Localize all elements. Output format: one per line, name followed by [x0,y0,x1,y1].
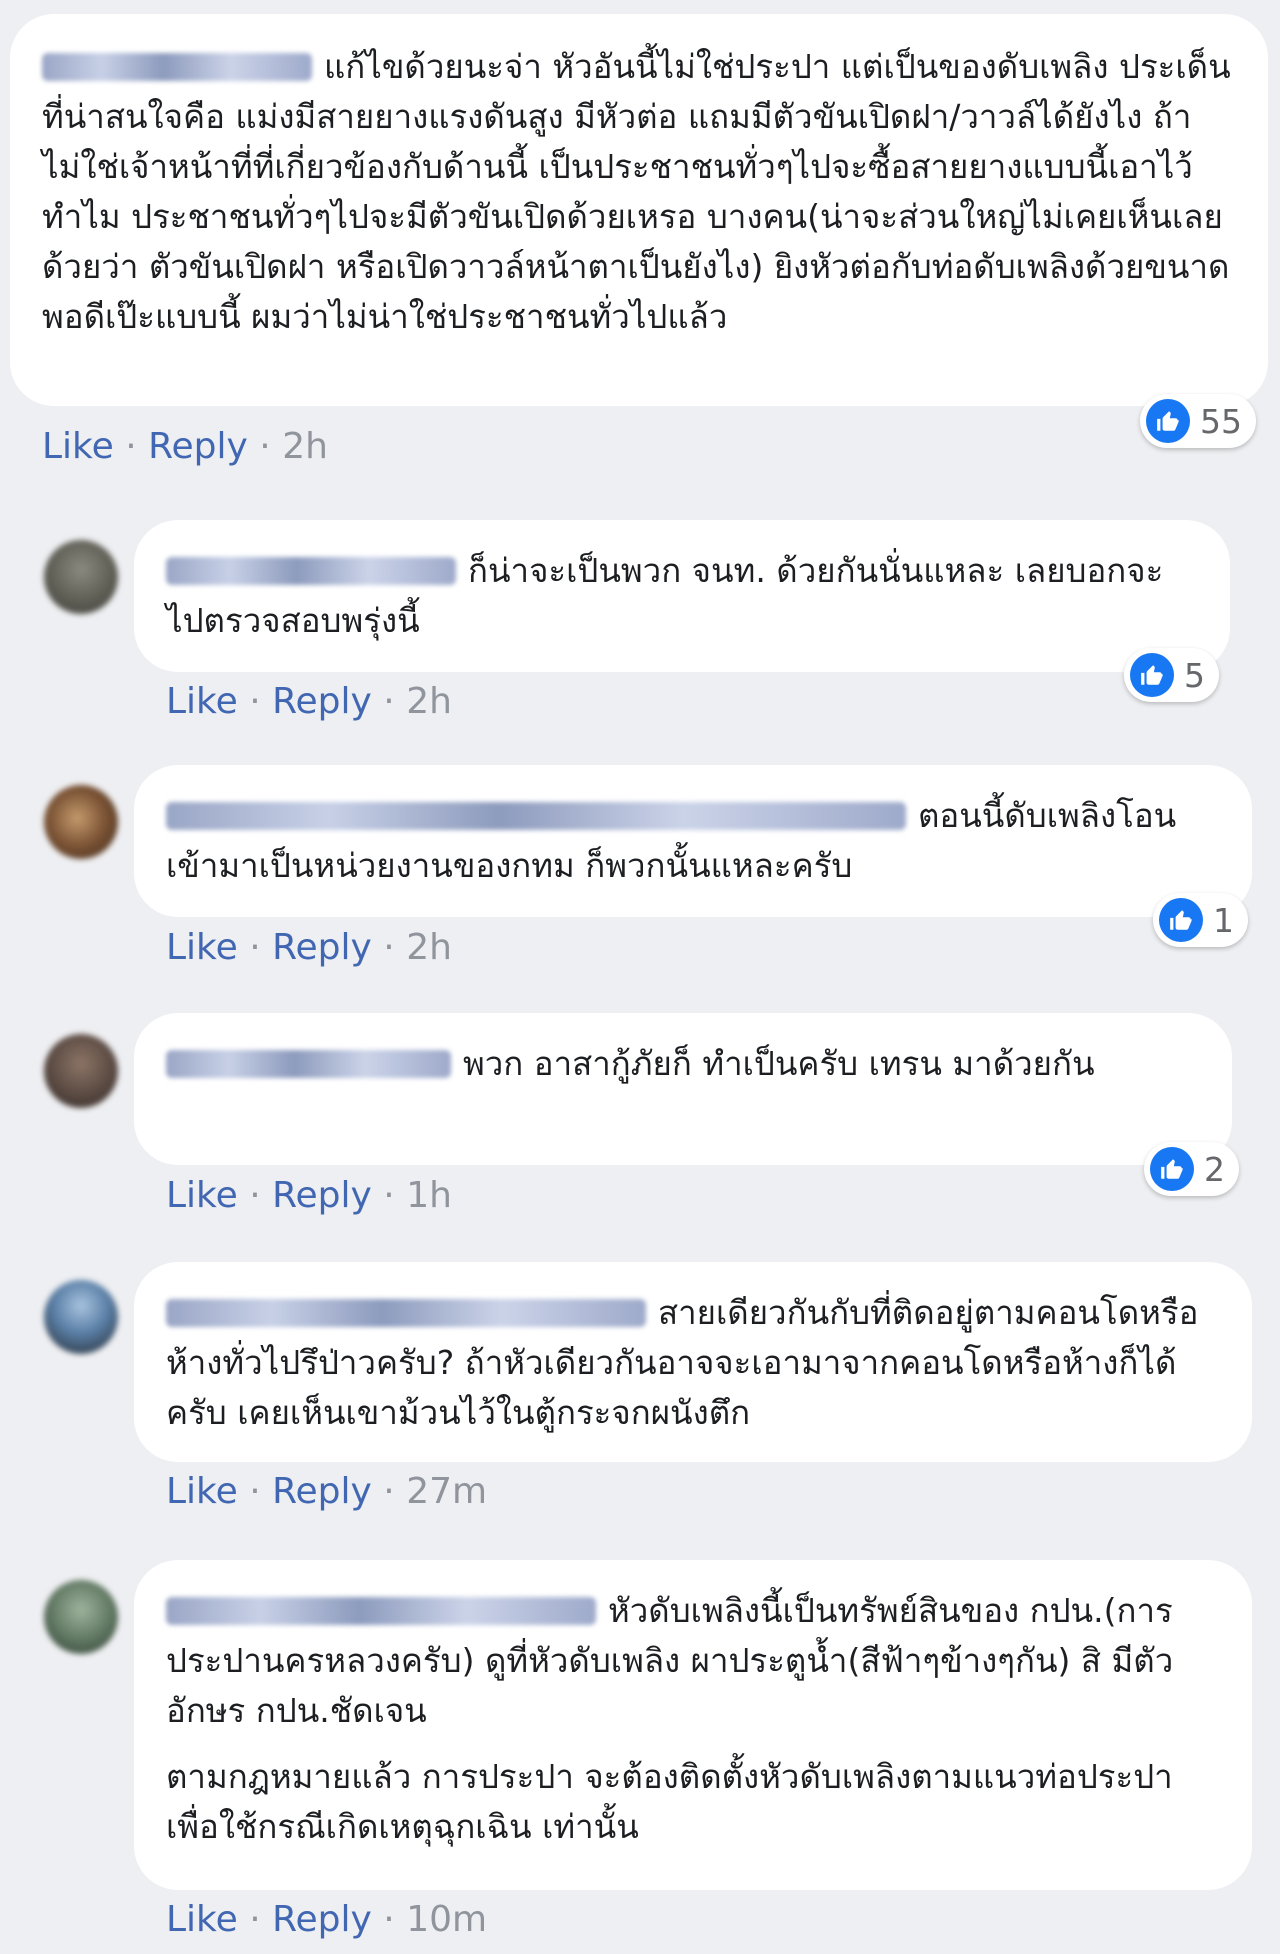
reaction-count[interactable]: 5 [1124,648,1219,702]
comment-actions: Like · Reply · 1h [166,1176,452,1216]
reaction-count[interactable]: 55 [1140,394,1256,448]
timestamp[interactable]: 2h [282,426,328,467]
comment-bubble: หัวดับเพลิงนี้เป็นทรัพย์สินของ กปน.(การป… [134,1560,1252,1890]
timestamp[interactable]: 10m [406,1899,487,1940]
comment-actions: Like · Reply · 2h [166,682,452,722]
like-link[interactable]: Like [166,681,238,722]
commenter-name-redacted[interactable] [166,557,456,585]
reaction-count-value: 1 [1213,900,1234,940]
like-link[interactable]: Like [166,1899,238,1940]
separator: · [383,1471,395,1512]
separator: · [383,1899,395,1940]
comment-bubble: แก้ไขด้วยนะจ่า หัวอันนี้ไม่ใช่ประปา แต่เ… [10,14,1268,406]
comment-bubble: ก็น่าจะเป็นพวก จนท. ด้วยกันนั่นแหละ เลยบ… [134,520,1230,672]
separator: · [249,1175,261,1216]
comment-text-paragraph: ตามกฎหมายแล้ว การประปา จะต้องติดตั้งหัวด… [166,1757,1173,1846]
comment-actions: Like · Reply · 2h [166,928,452,968]
separator: · [259,426,271,467]
timestamp[interactable]: 27m [406,1471,487,1512]
like-thumb-icon [1159,898,1203,942]
separator: · [383,1175,395,1216]
timestamp[interactable]: 2h [406,927,452,968]
reply-link[interactable]: Reply [272,1175,372,1216]
reply-link[interactable]: Reply [272,927,372,968]
separator: · [383,681,395,722]
commenter-name-redacted[interactable] [166,1299,646,1327]
timestamp[interactable]: 2h [406,681,452,722]
like-link[interactable]: Like [166,927,238,968]
comment-actions: Like · Reply · 27m [166,1472,487,1512]
avatar[interactable] [44,1280,118,1354]
comment-bubble: พวก อาสากู้ภัยก็ ทำเป็นครับ เทรน มาด้วยก… [134,1013,1232,1165]
reaction-count[interactable]: 1 [1153,893,1248,947]
comment-bubble: ตอนนี้ดับเพลิงโอนเข้ามาเป็นหน่วยงานของกท… [134,765,1252,917]
separator: · [249,927,261,968]
reaction-count-value: 5 [1184,655,1205,695]
reaction-count-value: 55 [1200,401,1242,441]
separator: · [249,1899,261,1940]
reaction-count-value: 2 [1204,1149,1225,1189]
reaction-count[interactable]: 2 [1144,1142,1239,1196]
comment-bubble: สายเดียวกันกับที่ติดอยู่ตามคอนโดหรือห้าง… [134,1262,1252,1462]
avatar[interactable] [44,1034,118,1108]
avatar[interactable] [44,1580,118,1654]
commenter-name-redacted[interactable] [166,1597,596,1625]
like-thumb-icon [1130,653,1174,697]
comment-text: พวก อาสากู้ภัยก็ ทำเป็นครับ เทรน มาด้วยก… [463,1044,1095,1083]
like-link[interactable]: Like [42,426,114,467]
like-thumb-icon [1150,1147,1194,1191]
like-thumb-icon [1146,399,1190,443]
commenter-name-redacted[interactable] [166,802,906,830]
like-link[interactable]: Like [166,1471,238,1512]
reply-link[interactable]: Reply [272,1899,372,1940]
reply-link[interactable]: Reply [148,426,248,467]
comment-text: แก้ไขด้วยนะจ่า หัวอันนี้ไม่ใช่ประปา แต่เ… [42,47,1231,336]
reply-link[interactable]: Reply [272,1471,372,1512]
avatar[interactable] [44,785,118,859]
reply-link[interactable]: Reply [272,681,372,722]
like-link[interactable]: Like [166,1175,238,1216]
avatar[interactable] [44,540,118,614]
separator: · [249,681,261,722]
separator: · [249,1471,261,1512]
separator: · [125,426,137,467]
comment-actions: Like · Reply · 2h [42,427,328,467]
commenter-name-redacted[interactable] [166,1050,451,1078]
timestamp[interactable]: 1h [406,1175,452,1216]
commenter-name-redacted[interactable] [42,53,312,81]
comment-actions: Like · Reply · 10m [166,1900,487,1940]
separator: · [383,927,395,968]
